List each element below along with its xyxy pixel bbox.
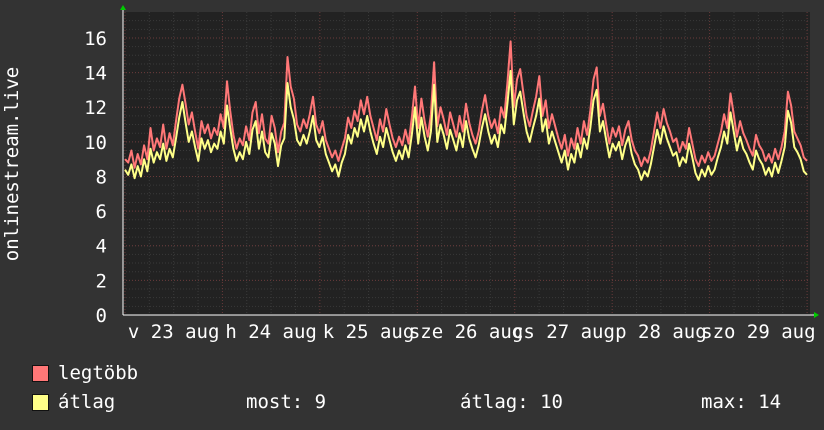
y-tick-label: 10 bbox=[84, 132, 107, 154]
x-tick-label: h 24 aug bbox=[225, 321, 317, 343]
x-tick-label: cs 27 aug bbox=[512, 321, 615, 343]
x-tick-label: p 28 aug bbox=[615, 321, 707, 343]
y-axis-label: onlinestream.live bbox=[1, 67, 23, 261]
x-tick-label: szo 29 aug bbox=[701, 321, 815, 343]
y-axis-arrow bbox=[120, 5, 126, 10]
x-axis-arrow bbox=[814, 312, 819, 318]
y-tick-label: 6 bbox=[96, 201, 107, 223]
legend-label-avg: átlag bbox=[58, 391, 116, 413]
x-tick-label: v 23 aug bbox=[128, 321, 220, 343]
y-tick-label: 8 bbox=[96, 166, 107, 188]
legend-swatch-avg bbox=[32, 394, 49, 411]
line-chart: 0 2 4 6 8 10 12 14 16 v 23 aug h 24 aug k 25 augsze… bbox=[1, 5, 819, 343]
y-tick-label: 0 bbox=[96, 305, 107, 327]
y-tick-label: 14 bbox=[84, 63, 107, 85]
stat-max: max: 14 bbox=[701, 391, 782, 413]
y-tick-label: 12 bbox=[84, 97, 107, 119]
legend-label-max: legtöbb bbox=[58, 362, 139, 384]
stat-average: átlag: 10 bbox=[460, 391, 563, 413]
y-tick-label: 2 bbox=[96, 270, 107, 292]
stat-current: most: 9 bbox=[246, 391, 327, 413]
y-tick-label: 4 bbox=[96, 236, 107, 258]
x-tick-label: k 25 aug bbox=[323, 321, 415, 343]
y-tick-label: 16 bbox=[84, 28, 107, 50]
legend-swatch-max bbox=[32, 365, 49, 382]
x-tick-label: sze 26 aug bbox=[409, 321, 523, 343]
